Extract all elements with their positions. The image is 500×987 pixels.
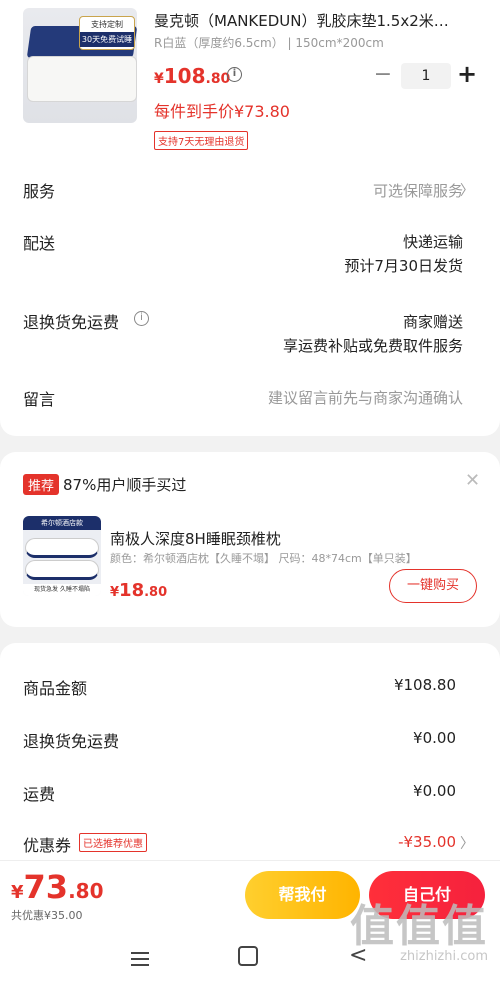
- close-icon[interactable]: ✕: [465, 470, 480, 491]
- service-label: 服务: [23, 182, 56, 201]
- service-value[interactable]: 可选保障服务: [373, 180, 463, 201]
- note-input[interactable]: 建议留言前先与商家沟通确认: [268, 387, 463, 408]
- note-label: 留言: [23, 390, 56, 409]
- quantity-plus-button[interactable]: +: [456, 60, 478, 88]
- price-currency: ¥: [154, 71, 164, 87]
- rec-price-integer: 18: [119, 580, 145, 601]
- delivery-label: 配送: [23, 234, 56, 253]
- recommend-title[interactable]: 南极人深度8H睡眠颈椎枕: [110, 528, 281, 549]
- recommend-price: ¥18.80: [110, 580, 167, 601]
- product-price: ¥108.80: [154, 64, 230, 88]
- price-integer: 108: [163, 64, 206, 88]
- delivery-date: 预计7月30日发货: [344, 257, 463, 275]
- recommend-spec: 颜色：希尔顿酒店枕【久睡不塌】 尺码：48*74cm【单只装】: [110, 552, 417, 565]
- return-fee-label: 退换货免运费: [23, 732, 120, 751]
- image-badge-line2: 30天免费试睡: [80, 32, 134, 47]
- chevron-right-icon[interactable]: 〉: [460, 833, 474, 853]
- rec-price-currency: ¥: [110, 585, 120, 600]
- product-image-badge: 支持定制 30天免费试睡: [79, 16, 135, 50]
- watermark-logo: 值值值 zhizhizhi.com: [350, 901, 488, 965]
- help-pay-button[interactable]: 帮我付: [245, 871, 360, 919]
- one-click-buy-button[interactable]: 一键购买: [389, 569, 477, 603]
- quantity-minus-button[interactable]: −: [372, 62, 394, 87]
- info-icon[interactable]: i: [227, 67, 242, 82]
- recommend-tag: 推荐: [23, 474, 60, 495]
- shipping-fee-label: 运费: [23, 785, 56, 804]
- chevron-right-icon[interactable]: 〉: [460, 180, 474, 200]
- delivery-method: 快递运输: [402, 233, 463, 251]
- menu-icon[interactable]: [131, 952, 149, 970]
- final-price: 每件到手价¥73.80: [154, 102, 290, 121]
- shipping-fee-value: ¥0.00: [413, 782, 456, 800]
- image-badge-line1: 支持定制: [91, 20, 123, 29]
- pillow-shape: [25, 538, 99, 558]
- return-shipping-value: 商家赠送: [402, 313, 463, 331]
- coupon-value[interactable]: -¥35.00: [398, 833, 456, 851]
- recommend-text: 87%用户顺手买过: [63, 476, 187, 494]
- product-image[interactable]: 支持定制 30天免费试睡: [23, 8, 137, 123]
- coupon-badge: 已选推荐优惠: [79, 833, 147, 852]
- total-saved: 共优惠¥35.00: [11, 909, 83, 922]
- product-title[interactable]: 曼克顿（MANKEDUN）乳胶床垫1.5x2米…: [154, 10, 480, 31]
- return-policy-badge: 支持7天无理由退货: [154, 131, 249, 150]
- home-icon[interactable]: [238, 946, 258, 966]
- recommend-product-image[interactable]: 希尔顿酒店款 现货急发 久睡不塌陷: [23, 516, 101, 596]
- rec-price-decimal: .80: [144, 585, 168, 600]
- total-decimal: .80: [68, 879, 104, 903]
- return-shipping-detail: 享运费补贴或免费取件服务: [282, 337, 463, 355]
- recommend-image-top-label: 希尔顿酒店款: [23, 516, 101, 530]
- coupon-label: 优惠券: [23, 836, 72, 855]
- product-spec[interactable]: R白蓝（厚度约6.5cm） | 150cm*200cm: [154, 34, 384, 51]
- goods-amount-value: ¥108.80: [393, 676, 456, 694]
- quantity-input[interactable]: 1: [401, 63, 451, 89]
- pillow-shape: [25, 560, 99, 580]
- total-integer: 73: [23, 868, 69, 906]
- help-icon[interactable]: i: [134, 311, 149, 326]
- goods-amount-label: 商品金额: [23, 679, 88, 698]
- total-currency: ¥: [11, 882, 24, 903]
- return-fee-value: ¥0.00: [413, 729, 456, 747]
- return-shipping-label: 退换货免运费: [23, 313, 120, 332]
- mattress-bottom-layer: [27, 56, 137, 102]
- total-price: ¥73.80: [11, 868, 104, 906]
- watermark-big: 值值值: [350, 901, 488, 952]
- recommend-image-bottom-label: 现货急发 久睡不塌陷: [23, 584, 101, 596]
